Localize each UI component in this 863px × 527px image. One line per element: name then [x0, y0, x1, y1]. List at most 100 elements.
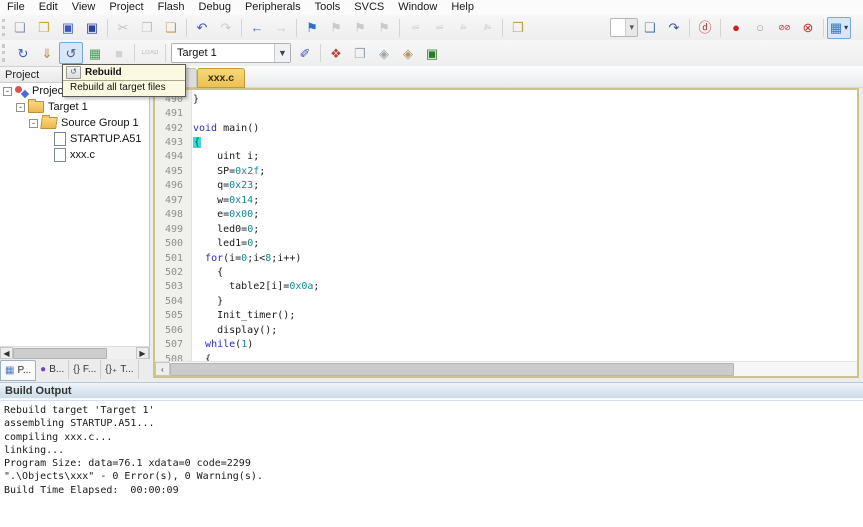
collapse-icon[interactable]: - — [16, 103, 25, 112]
insert-bookmark-button[interactable]: ⚑ — [300, 17, 324, 39]
build-target-button[interactable]: ⇓ — [35, 42, 59, 64]
tree-item-startup-a51[interactable]: STARTUP.A51 — [0, 131, 149, 147]
target-select[interactable]: Target 1 ▼ — [171, 43, 291, 63]
navigate-back-button[interactable]: ← — [245, 17, 269, 39]
download-to-flash-button[interactable]: LOAD — [138, 42, 162, 64]
menu-window[interactable]: Window — [391, 0, 444, 15]
code-line-497[interactable]: 497 w=0x14; — [155, 193, 857, 207]
indent-button[interactable]: »≡ — [427, 17, 451, 39]
menu-edit[interactable]: Edit — [32, 0, 65, 15]
scrollbar-thumb[interactable] — [13, 348, 107, 359]
scroll-left-icon[interactable]: ◀ — [0, 347, 13, 359]
start-stop-debug-session-button[interactable]: ⓓ — [693, 17, 717, 39]
navigate-forward-button[interactable]: → — [269, 17, 293, 39]
code-line-494[interactable]: 494 uint i; — [155, 150, 857, 164]
scrollbar-thumb[interactable] — [170, 363, 734, 376]
menu-file[interactable]: File — [0, 0, 32, 15]
debug-arrow-button[interactable]: ↷ — [662, 17, 686, 39]
scroll-right-icon[interactable]: ▶ — [136, 347, 149, 359]
workspace-tab-f[interactable]: {}F... — [69, 360, 101, 379]
kill-all-breakpoints-button[interactable]: ⊗ — [796, 17, 820, 39]
configure-target-wand-button[interactable]: ✐ — [293, 42, 317, 64]
code-line-496[interactable]: 496 q=0x23; — [155, 179, 857, 193]
collapse-icon[interactable]: - — [3, 87, 12, 96]
code-line-498[interactable]: 498 e=0x00; — [155, 208, 857, 222]
disable-all-breakpoints-button[interactable]: ⊘⊘ — [772, 17, 796, 39]
code-line-504[interactable]: 504 } — [155, 294, 857, 308]
unindent-button[interactable]: «≡ — [403, 17, 427, 39]
menu-view[interactable]: View — [65, 0, 103, 15]
workspace-tab-b[interactable]: ●B... — [36, 360, 69, 379]
search-combobox[interactable]: ▾ — [610, 18, 638, 37]
open-folder-button[interactable]: ❒ — [32, 17, 56, 39]
redo-button[interactable]: ↷ — [214, 17, 238, 39]
undo-button[interactable]: ↶ — [190, 17, 214, 39]
code-line-490[interactable]: 490} — [155, 92, 857, 106]
enable-disable-breakpoint-button[interactable]: ○ — [748, 17, 772, 39]
find-in-files-folder-button[interactable]: ❒ — [506, 17, 530, 39]
debug-restore-views-button[interactable]: ▦▾ — [827, 17, 851, 39]
code-editor[interactable]: 490}491492void main()493{494 uint i;495 … — [153, 88, 859, 378]
code-line-501[interactable]: 501 for(i=0;i<8;i++) — [155, 251, 857, 265]
chevron-down-icon[interactable]: ▼ — [274, 44, 290, 62]
menu-svcs[interactable]: SVCS — [347, 0, 391, 15]
manage-run-time-environment-button[interactable]: ❖ — [324, 42, 348, 64]
uncomment-selection-button[interactable]: //≡ — [475, 17, 499, 39]
workspace-tab-p[interactable]: ▦P... — [0, 360, 36, 381]
stop-build-button[interactable]: ■ — [107, 42, 131, 64]
code-line-507[interactable]: 507 while(1) — [155, 337, 857, 351]
scroll-left-icon[interactable]: ‹ — [155, 362, 170, 376]
next-bookmark-icon: ⚑ — [354, 21, 366, 34]
next-bookmark-button[interactable]: ⚑ — [348, 17, 372, 39]
code-text: display(); — [193, 325, 277, 336]
cut-button[interactable]: ✂ — [111, 17, 135, 39]
file-toolbar: ❏❒▣▣✂❐❑↶↷←→⚑⚑⚑⚑«≡»≡/≡//≡❒▾❏↷ⓓ●○⊘⊘⊗▦▾⚒ — [0, 15, 863, 41]
editor-tab-active[interactable]: xxx.c — [197, 68, 245, 88]
pack-installer-button[interactable]: ◈ — [396, 42, 420, 64]
new-file-button[interactable]: ❏ — [8, 17, 32, 39]
code-line-495[interactable]: 495 SP=0x2f; — [155, 164, 857, 178]
tree-item-source-group-1[interactable]: -Source Group 1 — [0, 115, 149, 131]
line-number: 508 — [155, 354, 193, 361]
save-all-button[interactable]: ▣ — [80, 17, 104, 39]
code-line-508[interactable]: 508 { — [155, 352, 857, 361]
collapse-icon[interactable]: - — [29, 119, 38, 128]
tree-item-xxx-c[interactable]: xxx.c — [0, 147, 149, 163]
tree-item-target-1[interactable]: -Target 1 — [0, 99, 149, 115]
menu-tools[interactable]: Tools — [308, 0, 348, 15]
save-button[interactable]: ▣ — [56, 17, 80, 39]
code-line-500[interactable]: 500 led1=0; — [155, 236, 857, 250]
code-line-492[interactable]: 492void main() — [155, 121, 857, 135]
chevron-down-icon[interactable]: ▾ — [625, 19, 637, 36]
menu-peripherals[interactable]: Peripherals — [238, 0, 308, 15]
rebuild-target-button[interactable]: ↺ — [59, 42, 83, 64]
insert-remove-breakpoint-button[interactable]: ● — [724, 17, 748, 39]
translate-file-button[interactable]: ↻ — [11, 42, 35, 64]
workspace-tab-t[interactable]: {}₊T... — [101, 360, 138, 379]
paste-button[interactable]: ❑ — [159, 17, 183, 39]
find-in-files-button[interactable]: ❏ — [638, 17, 662, 39]
code-line-502[interactable]: 502 { — [155, 265, 857, 279]
menu-project[interactable]: Project — [102, 0, 150, 15]
menu-flash[interactable]: Flash — [151, 0, 192, 15]
code-line-499[interactable]: 499 led0=0; — [155, 222, 857, 236]
project-horizontal-scrollbar[interactable]: ◀ ▶ — [0, 346, 150, 359]
clear-all-bookmarks-button[interactable]: ⚑ — [372, 17, 396, 39]
code-line-491[interactable]: 491 — [155, 106, 857, 120]
workspace-tabs: ▦P...●B...{}F...{}₊T... — [0, 359, 151, 382]
code-line-503[interactable]: 503 table2[i]=0x0a; — [155, 280, 857, 294]
menu-help[interactable]: Help — [444, 0, 481, 15]
code-line-505[interactable]: 505 Init_timer(); — [155, 309, 857, 323]
code-line-493[interactable]: 493{ — [155, 135, 857, 149]
batch-build-button[interactable]: ▦ — [83, 42, 107, 64]
select-software-packs-button[interactable]: ◈ — [372, 42, 396, 64]
manage-books-button[interactable]: ▣ — [420, 42, 444, 64]
manage-project-items-button[interactable]: ❐ — [348, 42, 372, 64]
menu-debug[interactable]: Debug — [192, 0, 238, 15]
comment-selection-button[interactable]: /≡ — [451, 17, 475, 39]
copy-button[interactable]: ❐ — [135, 17, 159, 39]
code-line-506[interactable]: 506 display(); — [155, 323, 857, 337]
previous-bookmark-button[interactable]: ⚑ — [324, 17, 348, 39]
build-output-log[interactable]: Rebuild target 'Target 1'assembling STAR… — [0, 400, 863, 527]
editor-horizontal-scrollbar[interactable]: ‹ — [155, 361, 857, 376]
